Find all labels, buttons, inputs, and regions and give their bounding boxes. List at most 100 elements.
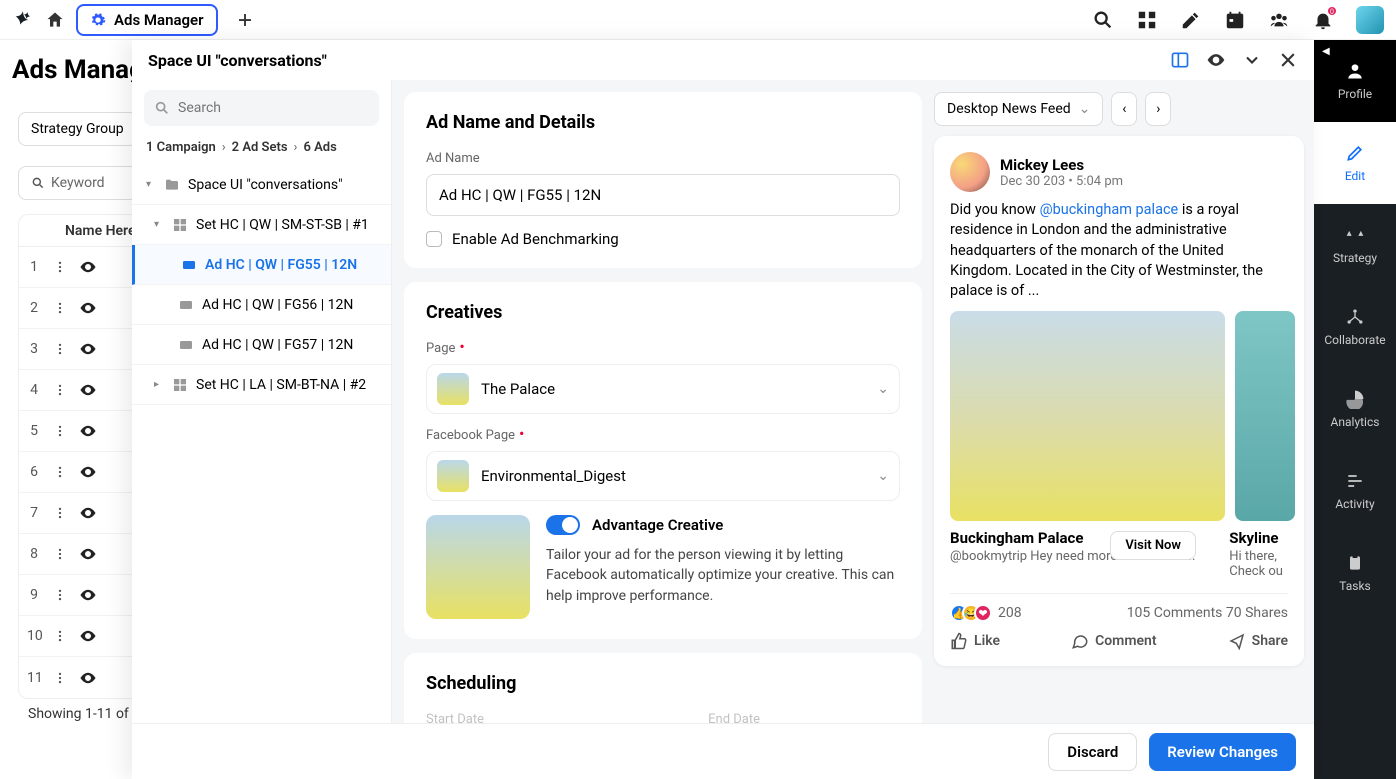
tree-adset-node[interactable]: ▾ Set HC | QW | SM-ST-SB | #1 xyxy=(132,205,391,245)
panel-layout-icon[interactable] xyxy=(1170,50,1190,70)
tab-ads-manager[interactable]: Ads Manager xyxy=(76,4,218,36)
checkbox-icon[interactable] xyxy=(426,231,442,247)
preview-text: Did you know @buckingham palace is a roy… xyxy=(950,200,1288,301)
drawer-footer: Discard Review Changes xyxy=(132,723,1314,779)
kebab-icon[interactable] xyxy=(53,260,67,274)
tree-ad-node[interactable]: Ad HC | QW | FG57 | 12N xyxy=(132,325,391,365)
fbpage-label: Facebook Page xyxy=(426,428,900,443)
kebab-icon[interactable] xyxy=(53,301,67,315)
eye-icon[interactable] xyxy=(79,340,97,358)
table-row[interactable]: 2 xyxy=(19,288,147,329)
mention-link[interactable]: @buckingham palace xyxy=(1040,201,1179,218)
home-icon[interactable] xyxy=(44,9,66,31)
user-avatar[interactable] xyxy=(1356,6,1384,34)
chevron-down-icon[interactable] xyxy=(1242,50,1262,70)
eye-icon[interactable] xyxy=(79,545,97,563)
kebab-icon[interactable] xyxy=(53,629,67,643)
eye-icon[interactable] xyxy=(79,627,97,645)
table-row[interactable]: 8 xyxy=(19,534,147,575)
apps-icon[interactable] xyxy=(1136,9,1158,31)
table-row[interactable]: 3 xyxy=(19,329,147,370)
table-row[interactable]: 6 xyxy=(19,452,147,493)
table-row[interactable]: 5 xyxy=(19,411,147,452)
visit-now-button[interactable]: Visit Now xyxy=(1110,531,1196,560)
rail-strategy[interactable]: Strategy xyxy=(1314,204,1396,286)
notifications-icon[interactable]: 0 xyxy=(1312,9,1334,31)
eye-icon[interactable] xyxy=(79,422,97,440)
rail-tasks[interactable]: Tasks xyxy=(1314,532,1396,614)
network-icon xyxy=(1345,307,1365,327)
new-tab-button[interactable] xyxy=(234,9,256,31)
next-placement-button[interactable]: › xyxy=(1145,92,1171,126)
chevron-right-icon: › xyxy=(1156,101,1160,117)
review-changes-button[interactable]: Review Changes xyxy=(1149,733,1296,771)
tree-search[interactable] xyxy=(144,90,379,126)
eye-icon[interactable] xyxy=(79,258,97,276)
rail-profile[interactable]: ◀ Profile xyxy=(1314,40,1396,122)
calendar-icon[interactable] xyxy=(1224,9,1246,31)
tree-adset-node[interactable]: ▸ Set HC | LA | SM-BT-NA | #2 xyxy=(132,365,391,405)
kebab-icon[interactable] xyxy=(53,671,67,685)
prev-placement-button[interactable]: ‹ xyxy=(1111,92,1137,126)
right-rail: ◀ Profile Edit Strategy Collaborate Anal… xyxy=(1314,40,1396,779)
close-icon[interactable] xyxy=(1278,50,1298,70)
search-icon[interactable] xyxy=(1092,9,1114,31)
discard-button[interactable]: Discard xyxy=(1048,733,1137,771)
reaction-icons: 👍😂❤ xyxy=(950,604,992,622)
gantt-icon xyxy=(1345,471,1365,491)
rail-edit[interactable]: Edit xyxy=(1314,122,1396,204)
comment-button[interactable]: Comment xyxy=(1071,632,1156,650)
benchmark-checkbox-row[interactable]: Enable Ad Benchmarking xyxy=(426,230,900,248)
like-button[interactable]: Like xyxy=(950,632,1000,650)
eye-icon[interactable] xyxy=(79,586,97,604)
eye-icon[interactable] xyxy=(79,669,97,687)
creative-thumbnail xyxy=(426,515,530,619)
kebab-icon[interactable] xyxy=(53,424,67,438)
pencil-icon xyxy=(1345,143,1365,163)
advantage-toggle[interactable] xyxy=(546,515,580,535)
kebab-icon[interactable] xyxy=(53,588,67,602)
kebab-icon[interactable] xyxy=(53,342,67,356)
eye-icon[interactable] xyxy=(79,504,97,522)
campaign-tree: 1 Campaign› 2 Ad Sets› 6 Ads ▾ Space UI … xyxy=(132,80,392,723)
topbar-right: 0 xyxy=(1092,6,1384,34)
eye-icon[interactable] xyxy=(79,299,97,317)
keyword-row: Keyword xyxy=(18,166,138,200)
tree-campaign-node[interactable]: ▾ Space UI "conversations" xyxy=(132,165,391,205)
kebab-icon[interactable] xyxy=(53,465,67,479)
kebab-icon[interactable] xyxy=(53,547,67,561)
kebab-icon[interactable] xyxy=(53,383,67,397)
fbpage-select[interactable]: Environmental_Digest ⌄ xyxy=(426,451,900,501)
table-row[interactable]: 1 xyxy=(19,247,147,288)
ad-icon xyxy=(178,337,194,353)
rail-analytics[interactable]: Analytics xyxy=(1314,368,1396,450)
pie-chart-icon xyxy=(1345,389,1365,409)
table-row[interactable]: 11 xyxy=(19,657,147,698)
rail-collaborate[interactable]: Collaborate xyxy=(1314,286,1396,368)
table-row[interactable]: 10 xyxy=(19,616,147,657)
people-icon[interactable] xyxy=(1268,9,1290,31)
tree-ad-node-selected[interactable]: Ad HC | QW | FG55 | 12N xyxy=(132,245,391,285)
table-row[interactable]: 9 xyxy=(19,575,147,616)
section-creatives: Creatives Page The Palace ⌄ Facebook Pag… xyxy=(404,282,922,639)
page-select[interactable]: The Palace ⌄ xyxy=(426,364,900,414)
placement-select[interactable]: Desktop News Feed ⌄ xyxy=(934,92,1103,126)
table-row[interactable]: 4 xyxy=(19,370,147,411)
preview-visibility-icon[interactable] xyxy=(1206,50,1226,70)
eye-icon[interactable] xyxy=(79,463,97,481)
caret-down-icon: ▾ xyxy=(146,179,156,190)
rail-activity[interactable]: Activity xyxy=(1314,450,1396,532)
tree-ad-node[interactable]: Ad HC | QW | FG56 | 12N xyxy=(132,285,391,325)
compose-icon[interactable] xyxy=(1180,9,1202,31)
chevron-down-icon: ⌄ xyxy=(1079,101,1091,117)
table-row[interactable]: 7 xyxy=(19,493,147,534)
keyword-search[interactable]: Keyword xyxy=(18,166,138,200)
page-thumbnail xyxy=(437,460,469,492)
share-button[interactable]: Share xyxy=(1228,632,1288,650)
strategy-group-filter[interactable]: Strategy Group xyxy=(18,112,137,146)
ad-name-input[interactable] xyxy=(426,174,900,216)
tree-search-input[interactable] xyxy=(178,100,369,116)
search-icon xyxy=(31,176,45,190)
eye-icon[interactable] xyxy=(79,381,97,399)
kebab-icon[interactable] xyxy=(53,506,67,520)
